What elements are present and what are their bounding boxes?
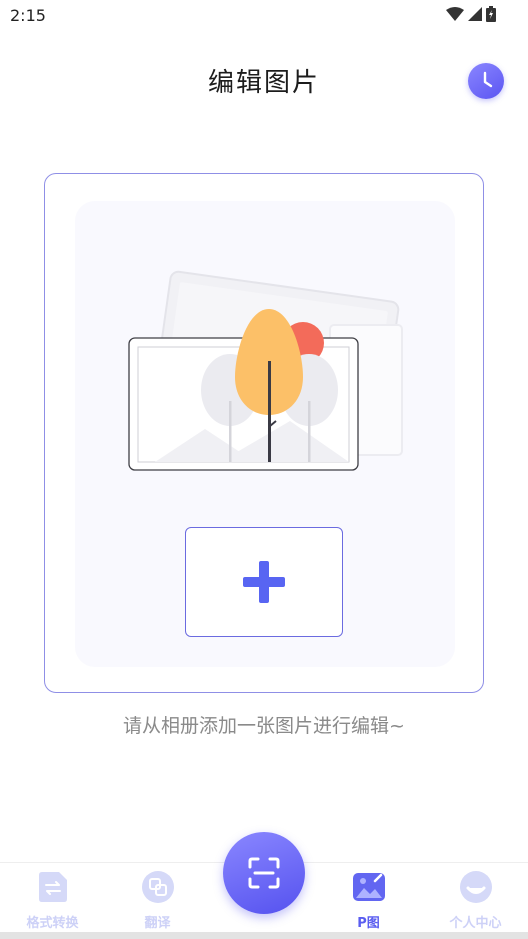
plus-icon xyxy=(243,561,285,603)
tab-label: 格式转换 xyxy=(26,916,79,931)
status-icons xyxy=(446,6,496,22)
battery-icon xyxy=(486,6,496,22)
scan-icon xyxy=(248,857,280,889)
tab-profile[interactable]: 个人中心 xyxy=(423,863,528,939)
scan-button[interactable] xyxy=(223,832,305,914)
history-button[interactable] xyxy=(468,63,504,99)
clock-icon xyxy=(483,71,493,88)
translate-icon xyxy=(141,871,174,903)
signal-icon xyxy=(468,7,482,21)
photo-edit-icon xyxy=(352,871,385,903)
tab-photo-edit[interactable]: P图 xyxy=(316,863,421,939)
tab-label: 翻译 xyxy=(144,916,171,931)
format-convert-icon xyxy=(37,871,69,903)
status-bar: 2:15 xyxy=(0,0,528,32)
editor-placeholder-panel xyxy=(75,201,455,667)
add-image-button[interactable] xyxy=(185,527,343,637)
empty-image-illustration xyxy=(128,270,403,471)
add-image-hint: 请从相册添加一张图片进行编辑~ xyxy=(123,715,405,737)
wifi-icon xyxy=(446,7,464,21)
home-indicator-bar xyxy=(0,932,528,939)
profile-icon xyxy=(459,871,492,903)
tab-label: 个人中心 xyxy=(449,916,502,931)
tab-translate[interactable]: 翻译 xyxy=(105,863,210,939)
tab-format-convert[interactable]: 格式转换 xyxy=(0,863,105,939)
editor-frame xyxy=(44,173,484,693)
page-title: 编辑图片 xyxy=(207,68,320,98)
tab-label: P图 xyxy=(357,916,380,931)
status-time: 2:15 xyxy=(10,6,46,25)
